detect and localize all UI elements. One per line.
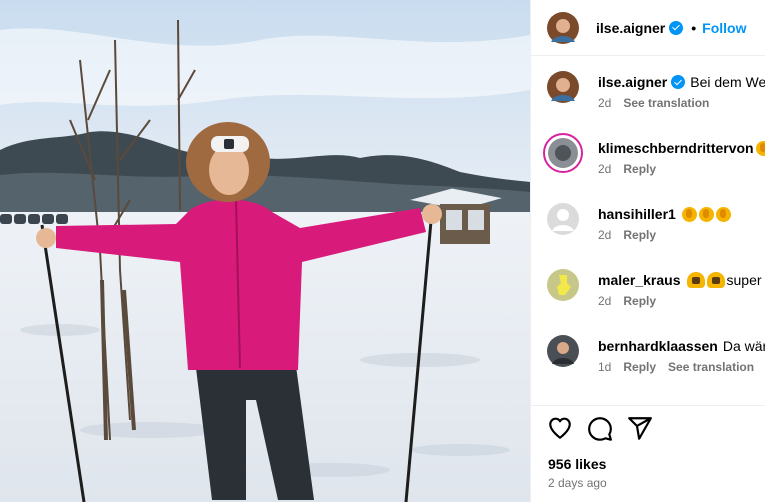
comment-username[interactable]: hansihiller1 [598,206,676,222]
comments-list[interactable]: ilse.aigner Bei dem Wett 2d See translat… [531,57,765,397]
post-photo[interactable] [0,0,530,502]
comment-username[interactable]: ilse.aigner [598,74,667,90]
clap-emoji-icon [715,206,731,222]
comment-age: 2d [598,228,612,242]
see-translation-button[interactable]: See translation [623,96,709,110]
post-image [0,0,530,502]
reply-button[interactable]: Reply [623,228,656,242]
comment-item: maler_kraus super 2d Reply [547,255,765,315]
comment-age: 1d [598,360,612,374]
post-timestamp[interactable]: 2 days ago [548,476,607,490]
comment-item: klimeschberndrittervon 2d Reply [543,123,765,183]
heart-icon[interactable] [547,415,573,441]
clap-emoji-icon [698,206,714,222]
comment-username[interactable]: klimeschberndrittervon [598,140,754,156]
likes-count[interactable]: 956 likes [548,456,606,472]
commenter-avatar[interactable] [547,335,579,367]
comment-text: Bei dem Wett [690,74,765,90]
separator: • [691,19,697,36]
post-header: ilse.aigner • Follow [531,0,765,56]
comment-age: 2d [598,162,612,176]
commenter-avatar[interactable] [543,133,583,173]
comment-text: Da wäre [722,338,765,354]
reply-button[interactable]: Reply [623,162,656,176]
share-icon[interactable] [627,415,653,441]
author-username[interactable]: ilse.aigner [596,20,665,36]
reply-button[interactable]: Reply [623,360,656,374]
comment-username[interactable]: maler_kraus [598,272,681,288]
verified-icon [669,20,684,35]
clap-emoji-icon [681,206,697,222]
commenter-avatar[interactable] [547,203,579,235]
author-avatar[interactable] [547,11,579,44]
post-sidebar: ilse.aigner • Follow ilse.aigner Bei dem… [530,0,765,502]
verified-icon [671,75,686,89]
comment-text: super [726,272,762,288]
comment-item: hansihiller1 2d Reply [547,189,765,249]
commenter-avatar[interactable] [547,269,579,301]
comment-item: bernhardklaassen Da wäre 1d Reply See tr… [547,321,765,381]
comment-age: 2d [598,294,612,308]
clap-emoji-icon [755,140,765,156]
reply-button[interactable]: Reply [623,294,656,308]
see-translation-button[interactable]: See translation [668,360,754,374]
comment-icon[interactable] [587,415,613,441]
raising-hands-emoji-icon [686,272,705,288]
post-actions-bar [531,405,765,447]
comment-username[interactable]: bernhardklaassen [598,338,718,354]
comment-item: ilse.aigner Bei dem Wett 2d See translat… [547,57,765,117]
follow-button[interactable]: Follow [702,20,746,36]
comment-age: 2d [598,96,612,110]
raising-hands-emoji-icon [706,272,725,288]
commenter-avatar[interactable] [547,71,579,103]
